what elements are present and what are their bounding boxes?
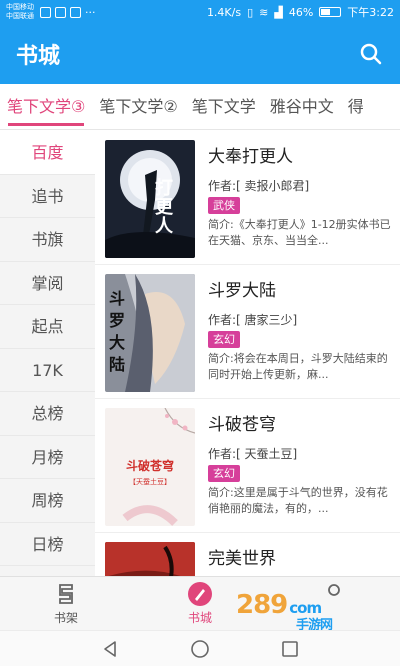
book-cover: 斗破苍穹 【天蚕土豆】 <box>105 408 195 526</box>
book-title: 完美世界 <box>208 549 276 569</box>
notification-icons: ··· <box>40 6 96 19</box>
sidebar-item-monthly-rank[interactable]: 月榜 <box>0 436 95 479</box>
signal-icon: ▟ <box>274 5 283 19</box>
search-button[interactable] <box>358 41 384 67</box>
book-item[interactable]: 斗破苍穹 【天蚕土豆】 斗破苍穹 作者:[ 天蚕土豆] 玄幻 简介:这里是属于斗… <box>95 399 400 533</box>
cover-title: 打更人 <box>155 177 174 237</box>
book-author: 作者:[ 唐家三少] <box>208 313 298 327</box>
tab-source-4[interactable]: 雅谷中文 <box>263 84 341 129</box>
network-speed: 1.4K/s <box>206 5 242 19</box>
app-screen: 中国移动 中国联通 ··· 1.4K/s ▯ ≋ ▟ 46% 下午3:22 书城 <box>0 0 400 666</box>
sidebar-item-shuqi[interactable]: 书旗 <box>0 218 95 262</box>
book-info: 完美世界 <box>208 542 392 570</box>
recent-apps-button[interactable] <box>280 639 300 659</box>
status-bar: 中国移动 中国联通 ··· 1.4K/s ▯ ≋ ▟ 46% 下午3:22 <box>0 0 400 24</box>
qq-notification-icon <box>55 6 66 18</box>
more-dots-icon: ··· <box>85 5 96 19</box>
book-item[interactable]: 完美世界 <box>95 533 400 576</box>
book-cover-image: 打更人 <box>105 140 195 258</box>
nav-bookstore-label: 书城 <box>187 611 212 625</box>
search-icon <box>360 43 382 65</box>
genre-tag: 武侠 <box>208 197 240 214</box>
tab-source-5[interactable]: 得 <box>341 84 371 129</box>
book-info: 大奉打更人 作者:[ 卖报小郎君] 武侠 简介:《大奉打更人》1-12册实体书已… <box>208 140 392 249</box>
source-tabs: 笔下文学③ 笔下文学② 笔下文学 雅谷中文 得 <box>0 84 400 130</box>
sidebar-item-baidu[interactable]: 百度 <box>0 131 95 175</box>
carrier-info: 中国移动 中国联通 <box>6 3 34 21</box>
book-cover-image: 斗罗大陆 <box>105 274 195 392</box>
battery-icon <box>319 7 342 17</box>
back-icon <box>104 641 116 657</box>
status-right: 1.4K/s ▯ ≋ ▟ 46% 下午3:22 <box>207 4 394 20</box>
book-cover: 斗罗大陆 <box>105 274 195 392</box>
book-description: 简介:这里是属于斗气的世界，没有花俏艳丽的魔法，有的，... <box>208 486 388 515</box>
book-item[interactable]: 斗罗大陆 斗罗大陆 作者:[ 唐家三少] 玄幻 简介:将会在本周日，斗罗大陆结束… <box>95 265 400 399</box>
image-notification-icon <box>40 6 51 18</box>
book-cover <box>105 542 195 576</box>
bookstore-icon <box>187 581 213 607</box>
page-title: 书城 <box>16 44 61 69</box>
sidebar-item-daily-rank[interactable]: 日榜 <box>0 523 95 566</box>
book-description: 简介:将会在本周日，斗罗大陆结束的同时开始上传更新，麻... <box>208 352 388 381</box>
ranking-sidebar: 百度 追书 书旗 掌阅 起点 17K 总榜 月榜 周榜 日榜 <box>0 131 95 576</box>
book-cover-image <box>105 542 195 576</box>
tab-source-2[interactable]: 笔下文学② <box>92 84 184 129</box>
nav-bookstore[interactable]: 书城 <box>160 581 240 626</box>
genre-tag: 玄幻 <box>208 465 240 482</box>
system-navigation-bar <box>0 630 400 666</box>
battery-percent: 46% <box>288 5 314 19</box>
carrier-2: 中国联通 <box>6 12 34 20</box>
nav-bookshelf-label: 书架 <box>53 611 78 625</box>
cover-title: 斗破苍穹 <box>126 458 174 473</box>
book-title: 斗破苍穹 <box>208 415 276 435</box>
bookshelf-icon <box>53 581 79 607</box>
sidebar-item-weekly-rank[interactable]: 周榜 <box>0 479 95 523</box>
cover-author: 【天蚕土豆】 <box>129 477 171 486</box>
back-button[interactable] <box>100 639 120 659</box>
carrier-1: 中国移动 <box>6 3 34 11</box>
book-title: 斗罗大陆 <box>208 281 276 301</box>
app-bar: 书城 <box>0 24 400 84</box>
vibrate-icon: ▯ <box>247 5 254 19</box>
site-watermark: 289 com 手游网 <box>236 590 333 633</box>
book-cover: 打更人 <box>105 140 195 258</box>
book-description: 简介:《大奉打更人》1-12册实体书已在天猫、京东、当当全... <box>208 218 391 247</box>
home-icon <box>191 640 209 658</box>
tab-source-1[interactable]: 笔下文学③ <box>0 84 92 129</box>
genre-tag: 玄幻 <box>208 331 240 348</box>
book-item[interactable]: 打更人 大奉打更人 作者:[ 卖报小郎君] 武侠 简介:《大奉打更人》1-12册… <box>95 131 400 265</box>
home-button[interactable] <box>190 639 210 659</box>
clock: 下午3:22 <box>347 6 394 19</box>
watermark-brand: 289 <box>236 590 288 620</box>
book-author: 作者:[ 卖报小郎君] <box>208 179 310 193</box>
recent-apps-icon <box>282 641 298 657</box>
book-info: 斗罗大陆 作者:[ 唐家三少] 玄幻 简介:将会在本周日，斗罗大陆结束的同时开始… <box>208 274 392 383</box>
sidebar-item-total-rank[interactable]: 总榜 <box>0 392 95 436</box>
tab-source-3[interactable]: 笔下文学 <box>185 84 263 129</box>
book-list: 打更人 大奉打更人 作者:[ 卖报小郎君] 武侠 简介:《大奉打更人》1-12册… <box>95 131 400 576</box>
app-notification-icon <box>70 6 81 18</box>
book-info: 斗破苍穹 作者:[ 天蚕土豆] 玄幻 简介:这里是属于斗气的世界，没有花俏艳丽的… <box>208 408 392 517</box>
sidebar-item-zhuishu[interactable]: 追书 <box>0 175 95 218</box>
sidebar-item-qidian[interactable]: 起点 <box>0 305 95 349</box>
sidebar-item-17k[interactable]: 17K <box>0 349 95 392</box>
wifi-icon: ≋ <box>259 5 269 19</box>
bottom-navigation: 书架 书城 <box>0 576 400 630</box>
sidebar-item-zhangyue[interactable]: 掌阅 <box>0 262 95 305</box>
book-author: 作者:[ 天蚕土豆] <box>208 447 298 461</box>
book-cover-image: 斗破苍穹 【天蚕土豆】 <box>105 408 195 526</box>
book-title: 大奉打更人 <box>208 147 293 167</box>
nav-bookshelf[interactable]: 书架 <box>26 581 106 626</box>
